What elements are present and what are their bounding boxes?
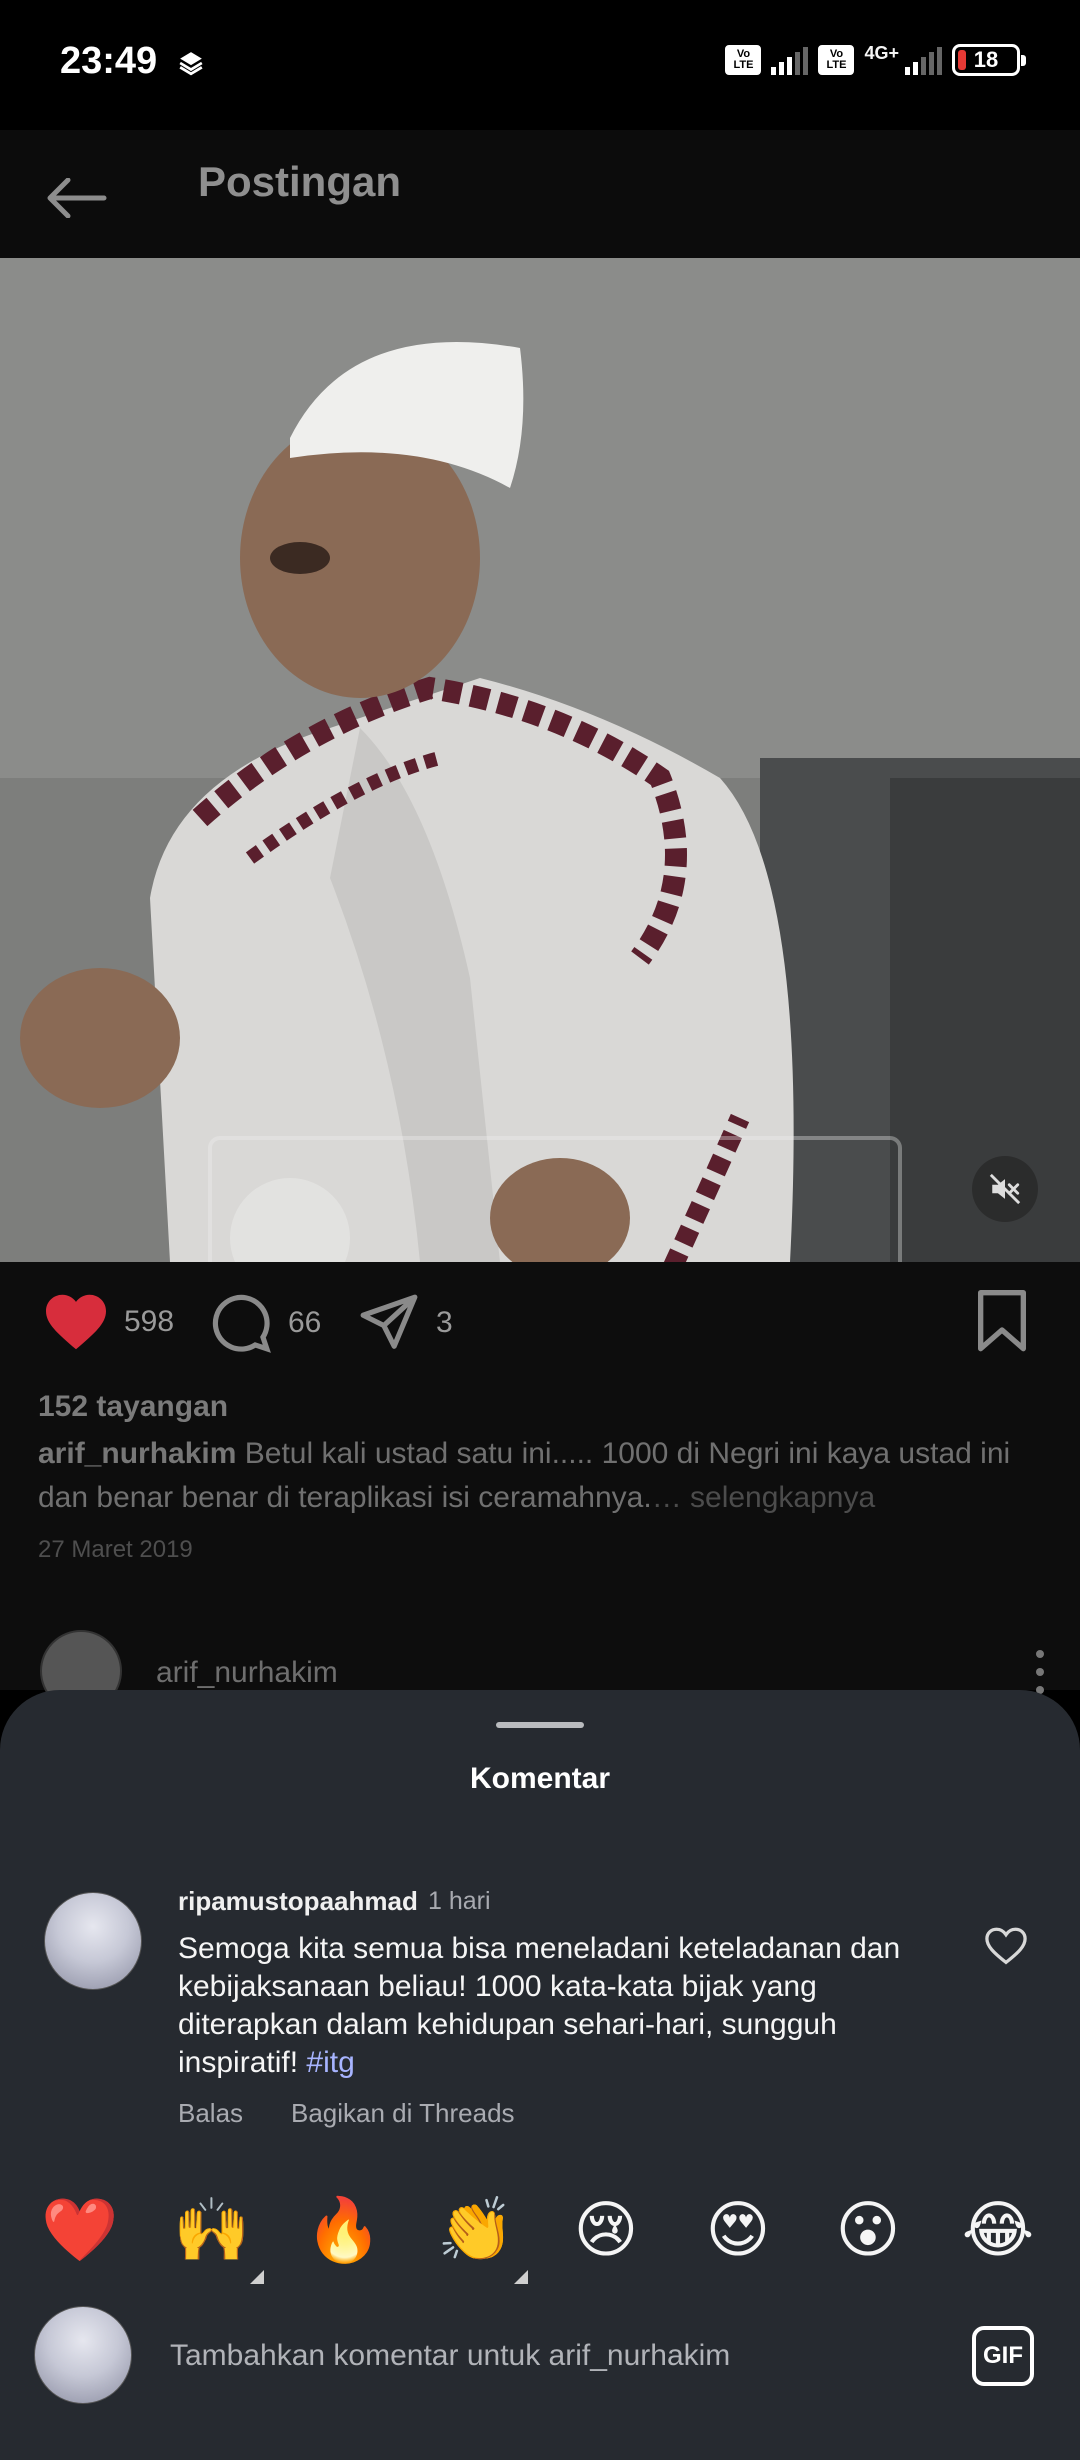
like-group: 598 [42,1292,174,1352]
arrow-left-icon [47,178,107,218]
author-name[interactable]: arif_nurhakim [156,1656,338,1690]
drag-handle[interactable] [496,1722,584,1728]
back-button[interactable] [40,162,112,234]
post-actions: 598 66 3 [0,1262,1080,1392]
muted-speaker-icon [989,1173,1021,1205]
comment-hashtag[interactable]: #itg [306,2046,354,2079]
volte-badge-2: Vo LTE [818,45,855,75]
author-row: arif_nurhakim [0,1620,1080,1712]
emoji-cry[interactable]: 😢 [566,2190,646,2270]
heart-outline-icon[interactable] [984,1926,1028,1966]
video-frame [0,258,1080,1262]
emoji-heart-eyes[interactable]: 😍 [698,2190,778,2270]
like-count[interactable]: 598 [124,1305,174,1339]
comment-icon[interactable] [208,1292,274,1354]
emoji-joy[interactable]: 😂 [958,2190,1038,2270]
view-count: 152 tayangan [38,1390,229,1423]
heart-filled-icon[interactable] [42,1292,110,1352]
comment-input[interactable] [170,2332,930,2380]
emoji-fire[interactable]: 🔥 [304,2190,384,2270]
status-time: 23:49 [60,40,158,82]
comment-time: 1 hari [428,1887,491,1915]
skin-tone-indicator [250,2270,264,2284]
comment-group: 66 [208,1292,321,1354]
emoji-clap-glyph: 👏 [437,2193,515,2266]
comment-body: Semoga kita semua bisa meneladani ketela… [178,1932,901,2079]
battery-icon: 18 [952,44,1026,76]
bookmark-icon [978,1290,1026,1352]
bookmark-button[interactable] [974,1290,1030,1359]
sheet-title: Komentar [469,1762,611,1795]
emoji-clap[interactable]: 👏 [436,2190,528,2284]
post-caption: arif_nurhakim Betul kali ustad satu ini.… [38,1432,1048,1520]
post-date: 27 Maret 2019 [38,1536,193,1563]
comments-sheet: Komentar ripamustopaahmad 1 hari Semoga … [0,1690,1080,2460]
network-type: 4G+ [864,43,899,63]
layers-icon [179,52,203,76]
mute-button[interactable] [972,1156,1038,1222]
emoji-raised-hands-glyph: 🙌 [173,2193,251,2266]
my-avatar [34,2306,132,2404]
emoji-surprised[interactable]: 😮 [828,2190,908,2270]
gif-button[interactable]: GIF [972,2326,1034,2386]
post-video[interactable] [0,258,1080,1262]
send-icon[interactable] [356,1292,422,1354]
emoji-bar: ❤️ 🙌 🔥 👏 😢 😍 😮 😂 [0,2190,1080,2300]
signal-icon [771,45,809,75]
comment-composer: GIF [0,2286,1080,2404]
emoji-raised-hands[interactable]: 🙌 [172,2190,264,2284]
share-count[interactable]: 3 [436,1306,453,1340]
commenter-username[interactable]: ripamustopaahmad [178,1886,418,1917]
comment-text: Semoga kita semua bisa meneladani ketela… [178,1930,958,2082]
skin-tone-indicator-2 [514,2270,528,2284]
signal-icon-2 [905,45,942,75]
system-nav-bar [0,2418,1080,2460]
battery-level: 18 [973,47,999,72]
share-threads-button[interactable]: Bagikan di Threads [291,2098,515,2129]
reply-button[interactable]: Balas [178,2098,243,2129]
caption-username[interactable]: arif_nurhakim [38,1437,236,1470]
status-bar: 23:49 Vo LTE Vo LTE 4G+ 18 [0,0,1080,130]
see-more-link[interactable]: … selengkapnya [652,1481,875,1514]
top-app-bar: Postingan [0,130,1080,260]
share-group: 3 [356,1292,453,1354]
commenter-avatar[interactable] [44,1892,142,1990]
emoji-heart[interactable]: ❤️ [40,2190,120,2270]
volte-badge: Vo LTE [725,45,762,75]
page-title: Postingan [198,158,402,205]
comment-count[interactable]: 66 [288,1306,321,1340]
